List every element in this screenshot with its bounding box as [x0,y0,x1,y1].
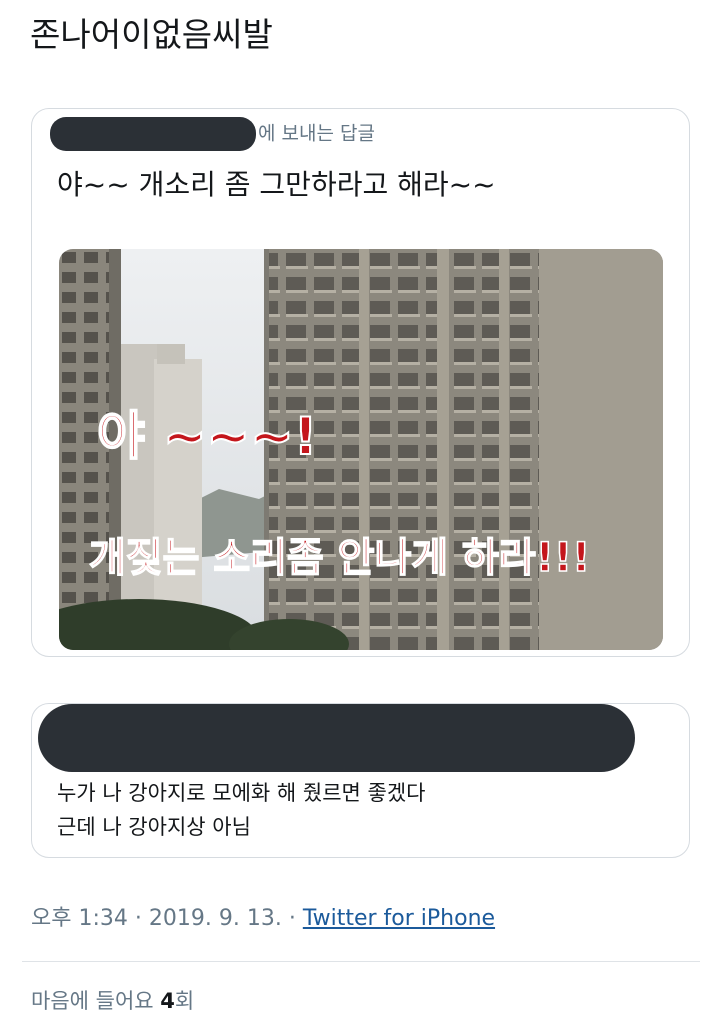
likes-label: 마음에 들어요 [31,989,154,1013]
quoted-tweet-2-line2: 근데 나 강아지상 아님 [57,815,251,839]
reply-context: 에 보내는 답글 [50,117,375,151]
quoted-tweet-2-line1: 누가 나 강아지로 모에화 해 줬르면 좋겠다 [57,781,426,805]
image-caption-line1: 야 ~~~! [97,407,317,467]
divider [22,961,700,962]
quoted-tweet-image[interactable]: 야 ~~~! 개짖는 소리좀 안나게 하라!!! [59,249,663,650]
tweet-time: 오후 1:34 [31,906,128,931]
likes-row[interactable]: 마음에 들어요 4회 [31,984,194,1018]
redacted-header [38,704,635,772]
quoted-tweet-card[interactable]: 에 보내는 답글 야~~ 개소리 좀 그만하라고 해라~~ 야 ~~~! 개짖는… [31,108,690,657]
meta-separator: · [281,906,303,931]
tweet-meta: 오후 1:34 · 2019. 9. 13. · Twitter for iPh… [31,902,495,936]
quoted-tweet-card-2[interactable]: 누가 나 강아지로 모에화 해 줬르면 좋겠다 근데 나 강아지상 아님 [31,703,690,858]
image-caption-line2: 개짖는 소리좀 안나게 하라!!! [89,535,590,581]
tweet-source-link[interactable]: Twitter for iPhone [303,906,495,931]
quoted-tweet-text: 야~~ 개소리 좀 그만하라고 해라~~ [57,168,496,201]
meta-separator: · [127,906,149,931]
reply-context-label: 에 보내는 답글 [258,122,375,145]
tweet-date: 2019. 9. 13. [148,906,282,931]
likes-count: 4 [160,989,175,1013]
likes-unit: 회 [174,989,195,1013]
redacted-username [50,117,256,151]
tweet-text: 존나어이없음씨발 [30,15,273,54]
